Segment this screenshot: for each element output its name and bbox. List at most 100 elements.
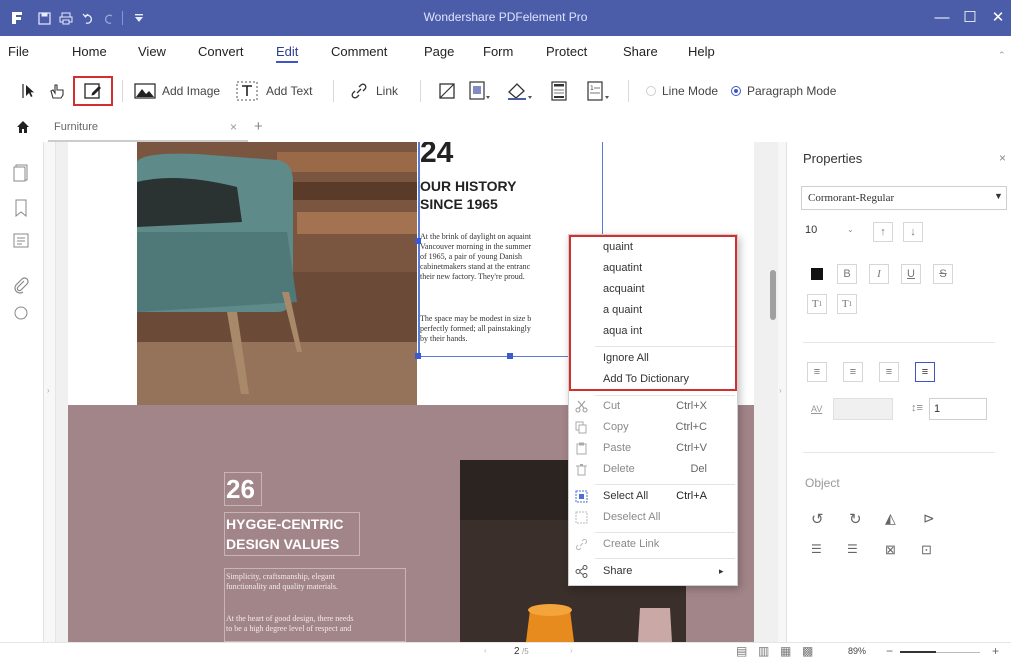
close-window-button[interactable]: ✕ — [984, 7, 1011, 29]
paste-item[interactable]: Paste Ctrl+V — [569, 438, 737, 459]
zoom-out-button[interactable]: − — [886, 644, 893, 658]
single-page-view-icon[interactable]: ▤ — [736, 644, 747, 658]
menu-view[interactable]: View — [138, 44, 166, 59]
section-number-24[interactable]: 24 — [420, 142, 453, 170]
crop-image-icon[interactable]: ⊠ — [885, 542, 896, 558]
maximize-button[interactable]: ☐ — [956, 7, 984, 29]
paragraph-mode-radio[interactable]: Paragraph Mode — [731, 79, 836, 103]
flip-vertical-icon[interactable]: ⊳ — [923, 510, 935, 527]
align-center-button[interactable]: ≡ — [843, 362, 863, 382]
home-icon[interactable] — [16, 120, 30, 137]
zoom-level[interactable]: 89% — [848, 646, 866, 656]
menu-share[interactable]: Share — [623, 44, 658, 59]
create-link-item[interactable]: Create Link — [569, 534, 737, 555]
section-heading-line1[interactable]: OUR HISTORY — [420, 178, 516, 194]
expand-sidebar-handle[interactable]: › — [44, 142, 56, 642]
line-mode-radio[interactable]: Line Mode — [646, 79, 718, 103]
decrease-font-button[interactable]: ↓ — [903, 222, 923, 242]
resize-handle[interactable] — [415, 353, 421, 359]
increase-font-button[interactable]: ↑ — [873, 222, 893, 242]
menu-form[interactable]: Form — [483, 44, 513, 59]
menu-help[interactable]: Help — [688, 44, 715, 59]
crop-button[interactable] — [438, 79, 456, 103]
replace-image-icon[interactable]: ⊡ — [921, 542, 932, 558]
add-text-button[interactable]: Add Text — [236, 79, 312, 103]
menu-comment[interactable]: Comment — [331, 44, 387, 59]
menu-page[interactable]: Page — [424, 44, 454, 59]
cut-label: Cut — [603, 400, 621, 412]
bookmark-icon[interactable] — [13, 199, 31, 218]
share-item[interactable]: Share ▸ — [569, 561, 737, 582]
add-image-button[interactable]: Add Image — [134, 79, 220, 103]
align-left-button[interactable]: ≡ — [807, 362, 827, 382]
edit-object-button[interactable] — [73, 76, 113, 106]
subscript-button[interactable]: T1 — [837, 294, 857, 314]
comment-list-icon[interactable] — [13, 232, 31, 250]
zoom-slider-fill[interactable] — [900, 651, 936, 653]
menu-file[interactable]: File — [8, 44, 29, 59]
thumbnails-icon[interactable] — [13, 164, 31, 182]
resize-handle[interactable] — [415, 238, 421, 244]
new-tab-button[interactable]: + — [254, 118, 263, 135]
rotate-left-icon[interactable]: ↺ — [811, 510, 824, 528]
section-heading-line2[interactable]: SINCE 1965 — [420, 196, 498, 212]
bates-number-icon: 1 — [587, 81, 609, 101]
close-properties-button[interactable]: × — [999, 151, 1006, 165]
char-spacing-input[interactable] — [833, 398, 893, 420]
bold-button[interactable]: B — [837, 264, 857, 284]
strikethrough-button[interactable]: S — [933, 264, 953, 284]
section2-heading-line1[interactable]: HYGGE-CENTRIC — [226, 516, 343, 532]
background-button[interactable] — [506, 79, 534, 103]
header-footer-button[interactable] — [550, 79, 568, 103]
paragraph-4[interactable]: At the heart of good design, there needs… — [226, 614, 406, 634]
menu-convert[interactable]: Convert — [198, 44, 244, 59]
header-footer-icon — [551, 81, 567, 101]
flip-horizontal-icon[interactable]: ◭ — [885, 510, 896, 527]
align-objects-bottom-icon[interactable]: ☰ — [847, 542, 858, 556]
section-number-26[interactable]: 26 — [226, 474, 255, 505]
prev-page-button[interactable]: ‹ — [484, 646, 487, 655]
rotate-right-icon[interactable]: ↻ — [849, 510, 862, 528]
menu-home[interactable]: Home — [72, 44, 107, 59]
menu-protect[interactable]: Protect — [546, 44, 587, 59]
select-all-item[interactable]: Select All Ctrl+A — [569, 486, 737, 507]
hand-tool-button[interactable] — [48, 79, 66, 103]
copy-item[interactable]: Copy Ctrl+C — [569, 417, 737, 438]
align-right-button[interactable]: ≡ — [879, 362, 899, 382]
search-panel-icon[interactable] — [13, 304, 31, 322]
font-size-select[interactable]: 10 ⌄ — [801, 220, 861, 242]
paragraph-3[interactable]: Simplicity, craftsmanship, elegant funct… — [226, 572, 406, 592]
menu-edit[interactable]: Edit — [276, 44, 299, 63]
deselect-all-item[interactable]: Deselect All — [569, 507, 737, 528]
font-color-swatch[interactable] — [807, 264, 827, 284]
collapse-ribbon-icon[interactable]: ⌃ — [998, 50, 1006, 61]
zoom-in-button[interactable]: + — [992, 644, 999, 658]
continuous-view-icon[interactable]: ▥ — [758, 644, 769, 658]
cut-item[interactable]: Cut Ctrl+X — [569, 396, 737, 417]
select-tool-button[interactable] — [22, 79, 36, 103]
thumbnail-view-icon[interactable]: ▩ — [802, 644, 813, 658]
italic-button[interactable]: I — [869, 264, 889, 284]
bates-number-button[interactable]: 1 — [586, 79, 612, 103]
section2-heading-line2[interactable]: DESIGN VALUES — [226, 536, 339, 552]
paragraph-line: Simplicity, craftsmanship, elegant — [226, 572, 335, 581]
scrollbar-thumb[interactable] — [770, 270, 776, 320]
align-objects-left-icon[interactable]: ☰ — [811, 542, 822, 556]
current-page[interactable]: 2 — [514, 646, 520, 657]
resize-handle[interactable] — [507, 353, 513, 359]
watermark-button[interactable] — [468, 79, 492, 103]
document-tab[interactable]: Furniture × — [48, 116, 248, 142]
collapse-properties-handle[interactable]: › — [778, 142, 786, 642]
next-page-button[interactable]: › — [570, 646, 573, 655]
line-spacing-input[interactable]: 1 — [929, 398, 987, 420]
attachment-icon[interactable] — [13, 276, 31, 294]
justify-button[interactable]: ≡ — [915, 362, 935, 382]
delete-item[interactable]: Delete Del — [569, 459, 737, 480]
two-page-view-icon[interactable]: ▦ — [780, 644, 791, 658]
underline-button[interactable]: U — [901, 264, 921, 284]
close-tab-button[interactable]: × — [230, 120, 237, 134]
superscript-button[interactable]: T1 — [807, 294, 827, 314]
minimize-button[interactable]: — — [928, 7, 956, 29]
link-button[interactable]: Link — [350, 79, 398, 103]
font-family-select[interactable]: Cormorant-Regular ▼ — [801, 186, 1007, 210]
